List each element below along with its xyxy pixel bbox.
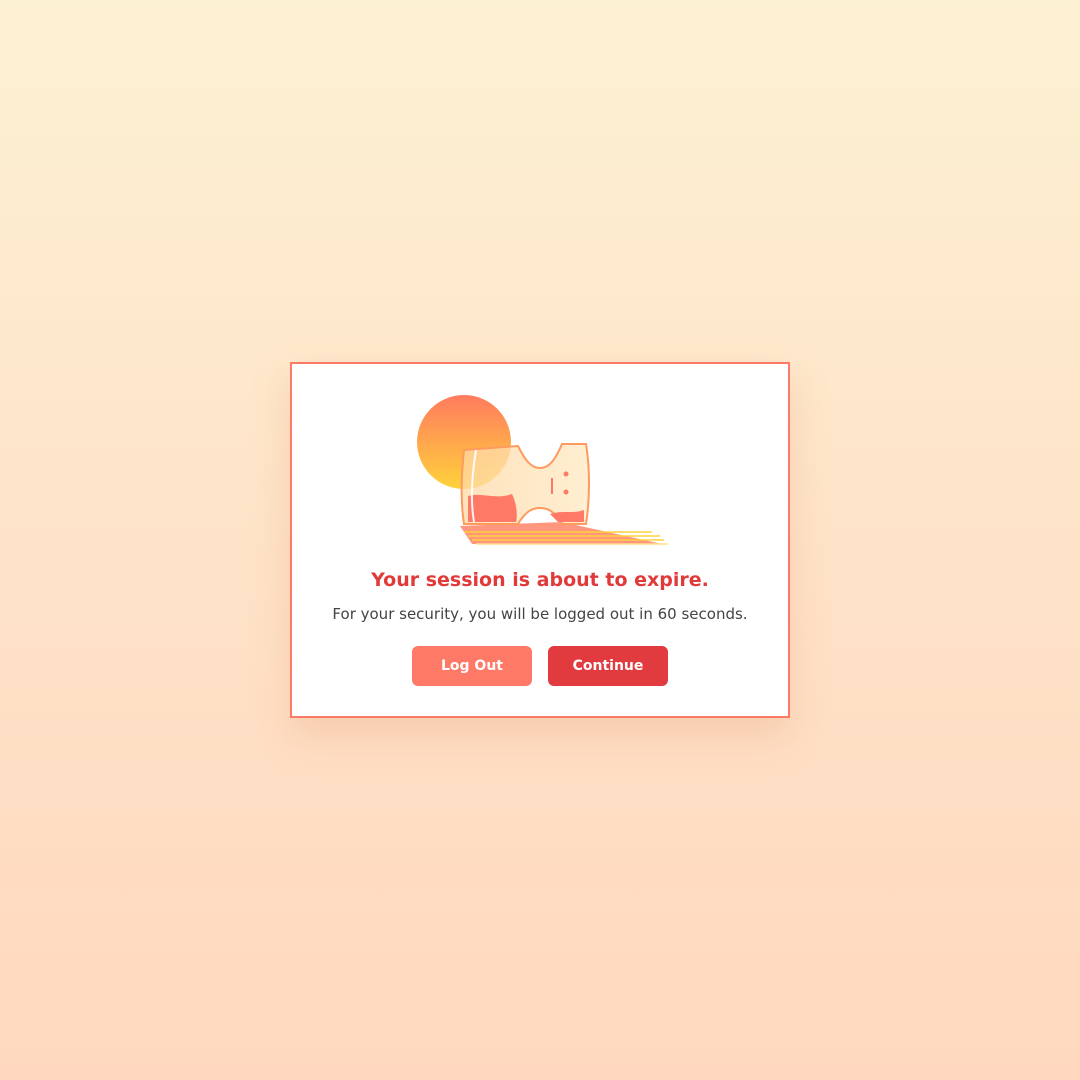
dialog-title: Your session is about to expire. — [371, 569, 709, 591]
session-timeout-dialog: Your session is about to expire. For you… — [290, 362, 790, 718]
dialog-actions: Log Out Continue — [292, 646, 788, 686]
continue-button[interactable]: Continue — [548, 646, 668, 686]
log-out-button[interactable]: Log Out — [412, 646, 532, 686]
dialog-message: For your security, you will be logged ou… — [332, 605, 748, 623]
hourglass-sunset-icon — [412, 388, 672, 550]
